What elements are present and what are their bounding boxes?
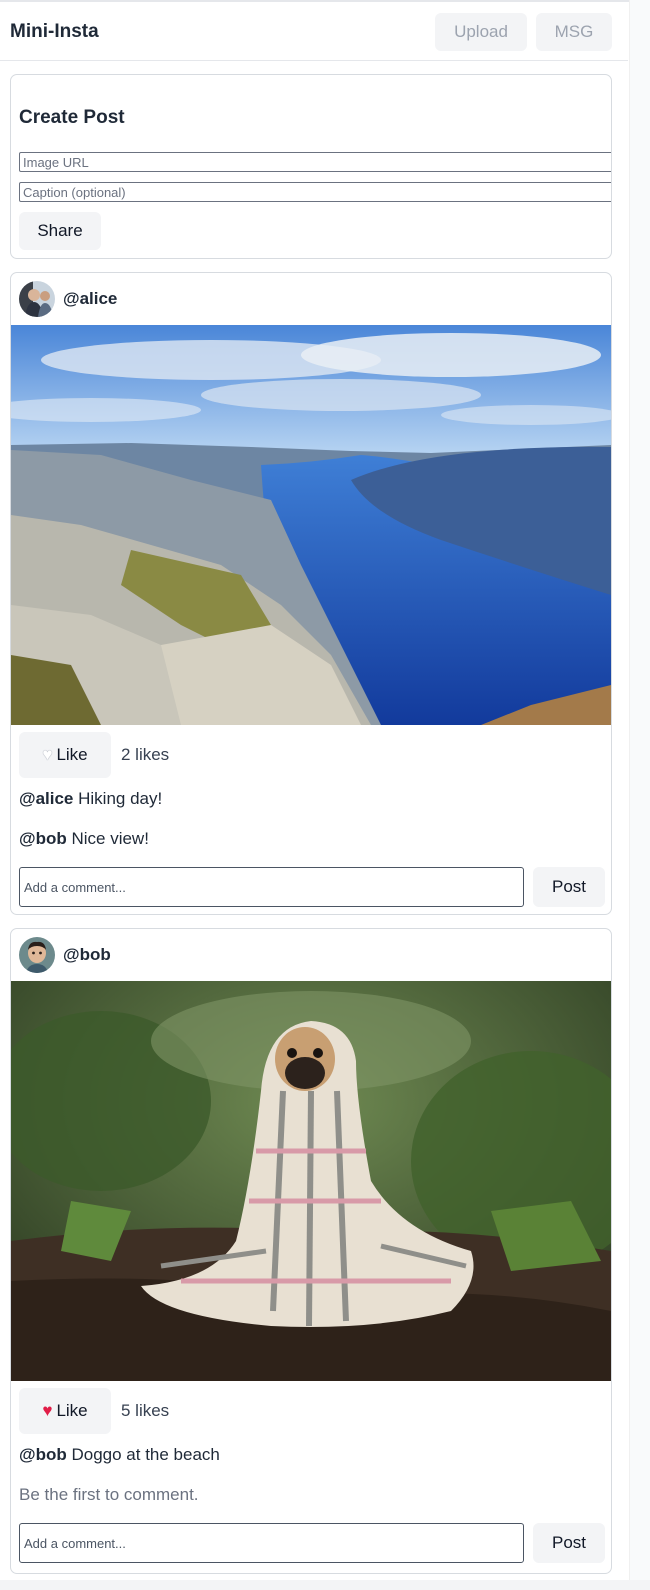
post-caption: @alice Hiking day! xyxy=(19,789,162,809)
caption-input[interactable] xyxy=(19,182,611,202)
image-url-input[interactable] xyxy=(19,152,611,172)
create-post-title: Create Post xyxy=(19,107,125,128)
like-label: Like xyxy=(56,745,88,764)
post-comment-button[interactable]: Post xyxy=(533,1523,605,1563)
like-count: 2 likes xyxy=(121,745,170,764)
like-count: 5 likes xyxy=(121,1401,170,1420)
post-card: @bob ♥ Like 5 likes @bob Doggo at the be… xyxy=(10,928,612,1574)
caption-author[interactable]: @bob xyxy=(19,1445,67,1464)
red-heart-icon: ♥ xyxy=(42,1401,53,1420)
post-caption: @bob Doggo at the beach xyxy=(19,1445,220,1465)
empty-comments-text: Be the first to comment. xyxy=(19,1485,199,1504)
like-button[interactable]: ♥ Like xyxy=(19,1388,111,1434)
post-author[interactable]: @alice xyxy=(63,289,117,309)
app-title: Mini-Insta xyxy=(10,21,99,42)
post-author[interactable]: @bob xyxy=(63,945,111,965)
scrollbar-gutter[interactable] xyxy=(629,0,650,1590)
post-card: @alice ♥ Like 2 likes @alice Hiking day!… xyxy=(10,272,612,915)
app-header: Mini-Insta Upload MSG xyxy=(0,2,628,61)
comment-input[interactable] xyxy=(19,867,524,907)
comment-text: Nice view! xyxy=(71,829,149,848)
post-header: @bob xyxy=(11,929,611,981)
messages-button[interactable]: MSG xyxy=(536,13,612,51)
post-image[interactable] xyxy=(11,981,611,1381)
caption-text: Doggo at the beach xyxy=(71,1445,220,1464)
post-image[interactable] xyxy=(11,325,611,725)
comment-input[interactable] xyxy=(19,1523,524,1563)
white-heart-icon: ♥ xyxy=(42,745,53,764)
caption-text: Hiking day! xyxy=(78,789,163,808)
create-post-card: Create Post Share xyxy=(10,74,612,259)
upload-button[interactable]: Upload xyxy=(435,13,527,51)
avatar[interactable] xyxy=(19,281,55,317)
share-button[interactable]: Share xyxy=(19,212,101,250)
like-button[interactable]: ♥ Like xyxy=(19,732,111,778)
post-header: @alice xyxy=(11,273,611,325)
like-label: Like xyxy=(56,1401,88,1420)
avatar[interactable] xyxy=(19,937,55,973)
comment-item: @bob Nice view! xyxy=(19,829,149,849)
post-comment-button[interactable]: Post xyxy=(533,867,605,907)
window-bottom-edge xyxy=(0,1580,650,1590)
comment-author[interactable]: @bob xyxy=(19,829,67,848)
caption-author[interactable]: @alice xyxy=(19,789,73,808)
